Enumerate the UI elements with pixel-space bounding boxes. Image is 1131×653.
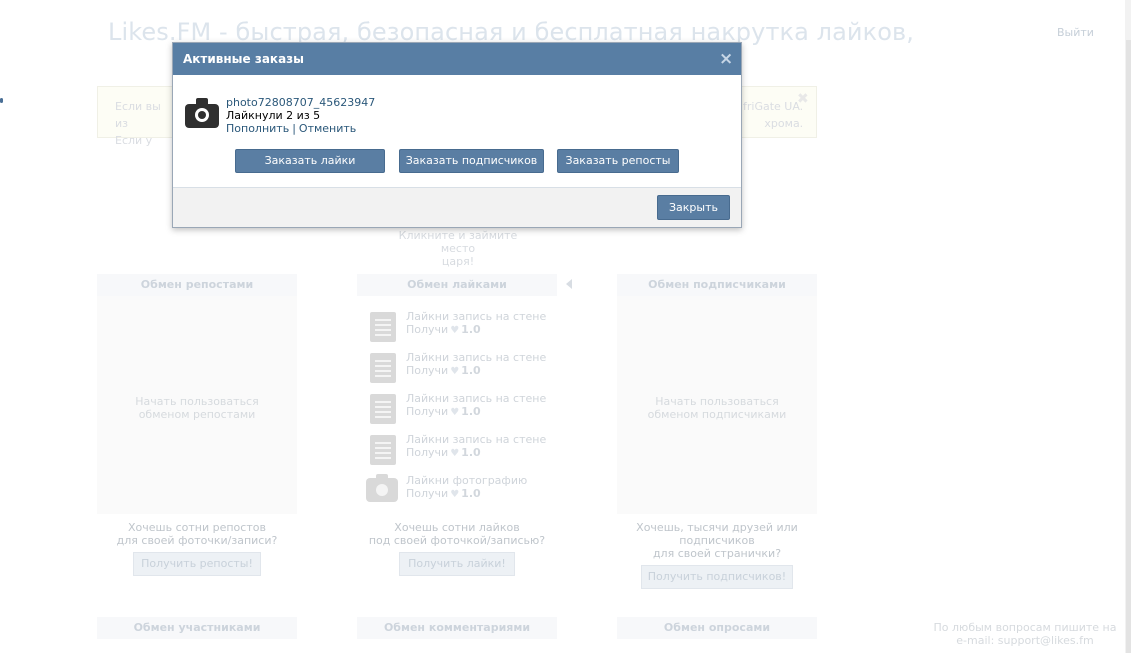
left-edge-marker [0, 98, 3, 103]
like-task-item[interactable]: Лайкни запись на стене Получи ♥ 1.0 [366, 433, 556, 469]
like-task-item[interactable]: Лайкни запись на стене Получи ♥ 1.0 [366, 310, 556, 346]
dialog-title: Активные заказы [183, 52, 304, 66]
document-icon [370, 353, 396, 383]
order-status: Лайкнули 2 из 5 [226, 109, 321, 122]
support-contact-text: По любым вопросам пишите на e-mail: supp… [933, 621, 1117, 647]
reposts-start-text[interactable]: Начать пользоваться обменом репостами [97, 395, 297, 421]
info-banner-text-left: Если вы из Если у [115, 100, 161, 147]
subscribers-promo-text: Хочешь, тысячи друзей или подписчиков дл… [636, 521, 798, 560]
get-reposts-button[interactable]: Получить репосты! [133, 552, 261, 576]
polls-exchange-header[interactable]: Обмен опросами [617, 617, 817, 639]
close-icon[interactable]: × [719, 49, 733, 69]
heart-icon: ♥ [450, 489, 460, 500]
reposts-promo-text: Хочешь сотни репостов для своей фоточки/… [116, 521, 278, 547]
task-label[interactable]: Лайкни запись на стене [406, 433, 546, 446]
active-orders-dialog: Активные заказы × photo72808707_45623947… [172, 42, 742, 228]
reward-value: 1.0 [461, 405, 481, 418]
info-banner-close-icon[interactable]: ✖ [797, 91, 809, 107]
heart-icon: ♥ [450, 407, 460, 418]
reward-value: 1.0 [461, 364, 481, 377]
reward-label: Получи [406, 323, 449, 336]
document-icon [370, 435, 396, 465]
task-label[interactable]: Лайкни запись на стене [406, 392, 546, 405]
task-label[interactable]: Лайкни запись на стене [406, 351, 546, 364]
like-task-item[interactable]: Лайкни фотографию Получи ♥ 1.0 [366, 474, 556, 510]
subscribers-exchange-header[interactable]: Обмен подписчиками [617, 274, 817, 296]
king-place-text[interactable]: Кликните и займите место царя! [388, 229, 528, 268]
page-scrollbar-thumb[interactable] [1126, 40, 1131, 653]
collapse-arrow-icon[interactable] [566, 279, 572, 289]
document-icon [370, 312, 396, 342]
close-dialog-button[interactable]: Закрыть [657, 195, 730, 220]
order-likes-button[interactable]: Заказать лайки [235, 149, 385, 173]
actions-separator: | [292, 122, 296, 135]
logout-link[interactable]: Выйти [1057, 26, 1094, 39]
task-reward: Получи ♥ 1.0 [406, 323, 481, 336]
task-label[interactable]: Лайкни запись на стене [406, 310, 546, 323]
dialog-header: Активные заказы × [173, 43, 741, 75]
task-reward: Получи ♥ 1.0 [406, 487, 481, 500]
task-reward: Получи ♥ 1.0 [406, 446, 481, 459]
dialog-footer [173, 187, 741, 227]
reposts-exchange-header[interactable]: Обмен репостами [97, 274, 297, 296]
get-likes-button[interactable]: Получить лайки! [399, 552, 515, 576]
heart-icon: ♥ [450, 366, 460, 377]
likes-promo-text: Хочешь сотни лайков под своей фоточкой/з… [368, 521, 546, 547]
order-subscribers-button[interactable]: Заказать подписчиков [399, 149, 544, 173]
task-reward: Получи ♥ 1.0 [406, 364, 481, 377]
order-reposts-button[interactable]: Заказать репосты [557, 149, 679, 173]
reward-label: Получи [406, 364, 449, 377]
camera-icon [366, 474, 398, 502]
reward-label: Получи [406, 487, 449, 500]
reward-value: 1.0 [461, 487, 481, 500]
reward-label: Получи [406, 405, 449, 418]
info-banner-text-right: friGate UA. хрома. [743, 100, 804, 130]
members-exchange-header[interactable]: Обмен участниками [97, 617, 297, 639]
topup-link[interactable]: Пополнить [226, 122, 289, 135]
cancel-order-link[interactable]: Отменить [299, 122, 356, 135]
order-actions: Пополнить | Отменить [226, 122, 356, 135]
task-reward: Получи ♥ 1.0 [406, 405, 481, 418]
camera-icon [185, 98, 219, 128]
reward-value: 1.0 [461, 323, 481, 336]
subscribers-start-text[interactable]: Начать пользоваться обменом подписчиками [617, 395, 817, 421]
comments-exchange-header[interactable]: Обмен комментариями [357, 617, 557, 639]
heart-icon: ♥ [450, 325, 460, 336]
get-subscribers-button[interactable]: Получить подписчиков! [641, 565, 793, 589]
like-task-item[interactable]: Лайкни запись на стене Получи ♥ 1.0 [366, 392, 556, 428]
document-icon [370, 394, 396, 424]
order-name-link[interactable]: photo72808707_45623947 [226, 96, 375, 109]
like-task-item[interactable]: Лайкни запись на стене Получи ♥ 1.0 [366, 351, 556, 387]
heart-icon: ♥ [450, 448, 460, 459]
reward-value: 1.0 [461, 446, 481, 459]
likes-exchange-header[interactable]: Обмен лайками [357, 274, 557, 296]
task-label[interactable]: Лайкни фотографию [406, 474, 527, 487]
reward-label: Получи [406, 446, 449, 459]
